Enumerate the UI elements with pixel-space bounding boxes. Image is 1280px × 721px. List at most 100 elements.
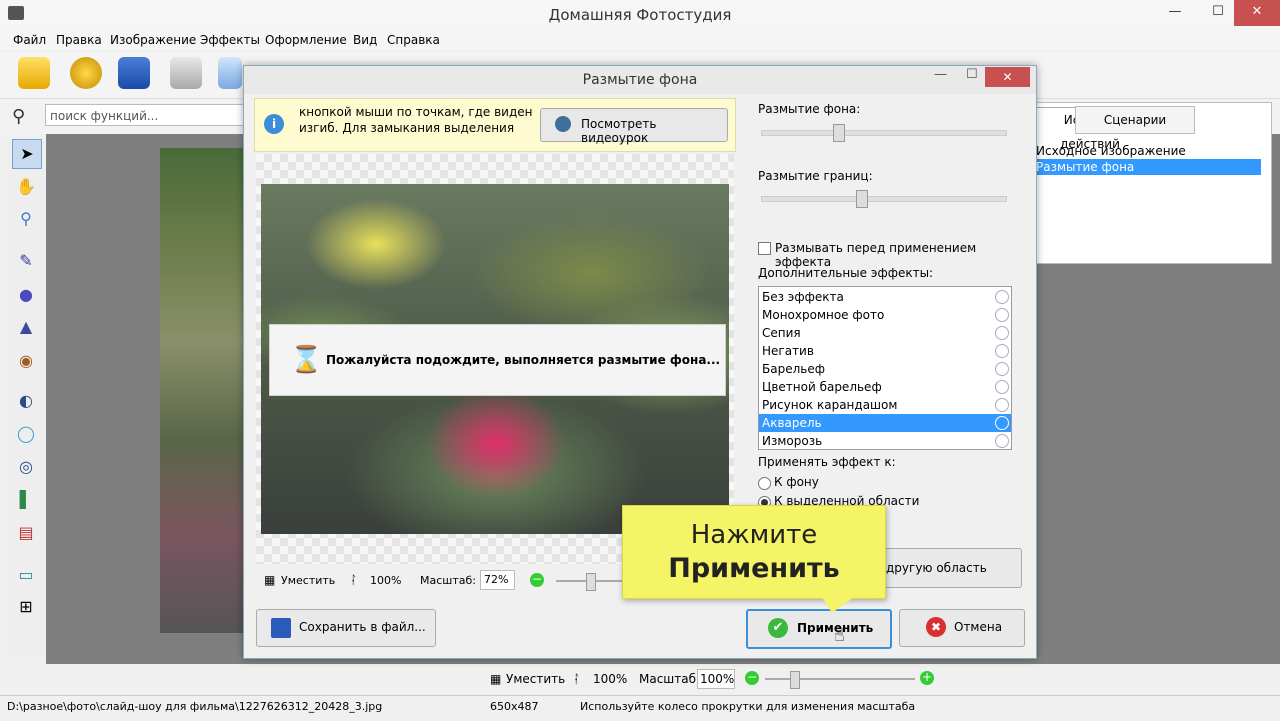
dialog-close-button[interactable]: ✕ <box>985 67 1030 87</box>
dialog-titlebar: Размытие фона — ☐ ✕ <box>244 66 1036 94</box>
resize-icon[interactable]: ▤ <box>12 519 40 547</box>
search-icon: ⚲ <box>12 106 26 127</box>
maximize-button[interactable]: ☐ <box>1203 0 1233 26</box>
effect-radio[interactable] <box>995 290 1009 304</box>
stamp-icon[interactable]: ◉ <box>12 347 40 375</box>
blur-edges-thumb[interactable] <box>856 190 868 208</box>
preview-fit-button[interactable]: Уместить <box>281 574 335 587</box>
menu-view[interactable]: Вид <box>353 33 377 47</box>
blur-before-checkbox[interactable] <box>758 242 771 255</box>
effect-radio[interactable] <box>995 362 1009 376</box>
film-reel-icon[interactable] <box>70 57 102 89</box>
zoom-icon[interactable] <box>218 57 242 89</box>
menu-effects[interactable]: Эффекты <box>200 33 260 47</box>
ellipse-icon[interactable]: ◯ <box>12 420 40 448</box>
effect-radio[interactable] <box>995 434 1009 448</box>
blur-before-label: Размывать перед применением эффекта <box>775 241 977 269</box>
preview-zoom-thumb[interactable] <box>586 573 596 591</box>
zoom-out-icon[interactable]: − <box>745 671 759 685</box>
crop-icon[interactable]: ⊞ <box>12 593 40 621</box>
effect-label: Негатив <box>762 344 814 358</box>
actual-size-button[interactable]: 100% <box>593 672 627 686</box>
effect-item[interactable]: Негатив <box>759 342 1011 360</box>
eraser-icon[interactable]: ▭ <box>12 561 40 589</box>
minimize-button[interactable]: — <box>1160 0 1190 26</box>
fit-button[interactable]: Уместить <box>506 672 565 686</box>
apply-to-label: Применять эффект к: <box>758 455 896 469</box>
apply-bg-radio[interactable] <box>758 477 771 490</box>
brush-icon[interactable]: ✎ <box>12 247 40 275</box>
zoom-slider[interactable] <box>765 678 915 680</box>
effect-item[interactable]: Монохромное фото <box>759 306 1011 324</box>
cancel-button[interactable]: ✖ Отмена <box>899 609 1025 647</box>
effect-item[interactable]: Изморозь <box>759 432 1011 450</box>
blur-bg-label: Размытие фона: <box>758 102 861 116</box>
hand-icon[interactable]: ✋ <box>12 173 40 201</box>
other-area-label: другую область <box>886 561 987 575</box>
main-titlebar: Домашняя Фотостудия — ☐ ✕ <box>0 0 1280 30</box>
magnifier-icon[interactable]: ⚲ <box>12 205 40 233</box>
apply-button[interactable]: ✔ Применить <box>746 609 892 649</box>
scale-input[interactable]: 100% <box>697 669 735 689</box>
menu-help[interactable]: Справка <box>387 33 440 47</box>
dialog-minimize-button[interactable]: — <box>934 67 947 82</box>
effect-radio[interactable] <box>995 308 1009 322</box>
zoom-in-icon[interactable]: + <box>920 671 934 685</box>
search-input[interactable]: поиск функций... <box>45 104 245 126</box>
effect-item[interactable]: Цветной барельеф <box>759 378 1011 396</box>
left-toolbar: ➤ ✋ ⚲ ✎ ● ▲ ◉ ◐ ◯ ◎ ▌ ▤ ▭ ⊞ <box>8 137 44 657</box>
main-photo <box>160 148 250 633</box>
wait-message: Пожалуйста подождите, выполняется размыт… <box>326 353 721 367</box>
menu-edit[interactable]: Правка <box>56 33 102 47</box>
menu-design[interactable]: Оформление <box>265 33 347 47</box>
history-item-selected[interactable]: Размытие фона <box>1031 159 1261 175</box>
menubar: Файл Правка Изображение Эффекты Оформлен… <box>0 30 1280 50</box>
zoom-slider-thumb[interactable] <box>790 671 800 689</box>
effect-label: Акварель <box>762 416 822 430</box>
video-lesson-button[interactable]: Посмотреть видеоурок <box>540 108 728 145</box>
video-lesson-label: Посмотреть видеоурок <box>581 117 657 145</box>
effect-label: Сепия <box>762 326 801 340</box>
preview-actual-button[interactable]: 100% <box>370 574 401 587</box>
blur-bg-thumb[interactable] <box>833 124 845 142</box>
blur-edges-slider[interactable] <box>761 196 1007 202</box>
hourglass-icon: ⌛ <box>290 345 323 375</box>
effect-item[interactable]: Барельеф <box>759 360 1011 378</box>
lens-icon[interactable]: ◐ <box>12 387 40 415</box>
fit-icon: ▦ <box>490 672 502 686</box>
preview-actual-icon: ᛛ <box>350 573 358 587</box>
hand-cursor-icon: ☝ <box>834 625 845 646</box>
preview-scale-input[interactable]: 72% <box>480 570 515 590</box>
effect-radio-selected[interactable] <box>995 416 1009 430</box>
drop-icon[interactable]: ● <box>12 281 40 309</box>
tab-scenarios[interactable]: Сценарии <box>1075 106 1195 134</box>
save-to-file-button[interactable]: Сохранить в файл... <box>256 609 436 647</box>
history-list: Исходное изображение Размытие фона <box>1031 143 1261 175</box>
menu-file[interactable]: Файл <box>13 33 46 47</box>
status-bar: D:\разное\фото\слайд-шоу для фильма\1227… <box>0 695 1280 721</box>
effect-item[interactable]: Рисунок карандашом <box>759 396 1011 414</box>
effect-radio[interactable] <box>995 344 1009 358</box>
cone-icon[interactable]: ▲ <box>12 313 40 341</box>
preview-scale-label: Масштаб: <box>420 574 476 587</box>
history-item[interactable]: Исходное изображение <box>1031 143 1261 159</box>
preview-fit-icon: ▦ <box>264 573 276 587</box>
print-icon[interactable] <box>170 57 202 89</box>
menu-image[interactable]: Изображение <box>110 33 196 47</box>
save-icon[interactable] <box>118 57 150 89</box>
effect-radio[interactable] <box>995 326 1009 340</box>
close-button[interactable]: ✕ <box>1234 0 1280 26</box>
dialog-maximize-button[interactable]: ☐ <box>966 67 978 82</box>
levels-icon[interactable]: ▌ <box>12 486 40 514</box>
callout-line2: Применить <box>668 553 840 584</box>
blur-bg-slider[interactable] <box>761 130 1007 136</box>
effect-radio[interactable] <box>995 380 1009 394</box>
pointer-icon[interactable]: ➤ <box>12 139 42 169</box>
preview-zoom-out-icon[interactable]: − <box>530 573 544 587</box>
effect-item[interactable]: Сепия <box>759 324 1011 342</box>
effect-radio[interactable] <box>995 398 1009 412</box>
effect-item[interactable]: Без эффекта <box>759 288 1011 306</box>
ring-icon[interactable]: ◎ <box>12 453 40 481</box>
open-folder-icon[interactable] <box>18 57 50 89</box>
effect-item-selected[interactable]: Акварель <box>759 414 1011 432</box>
